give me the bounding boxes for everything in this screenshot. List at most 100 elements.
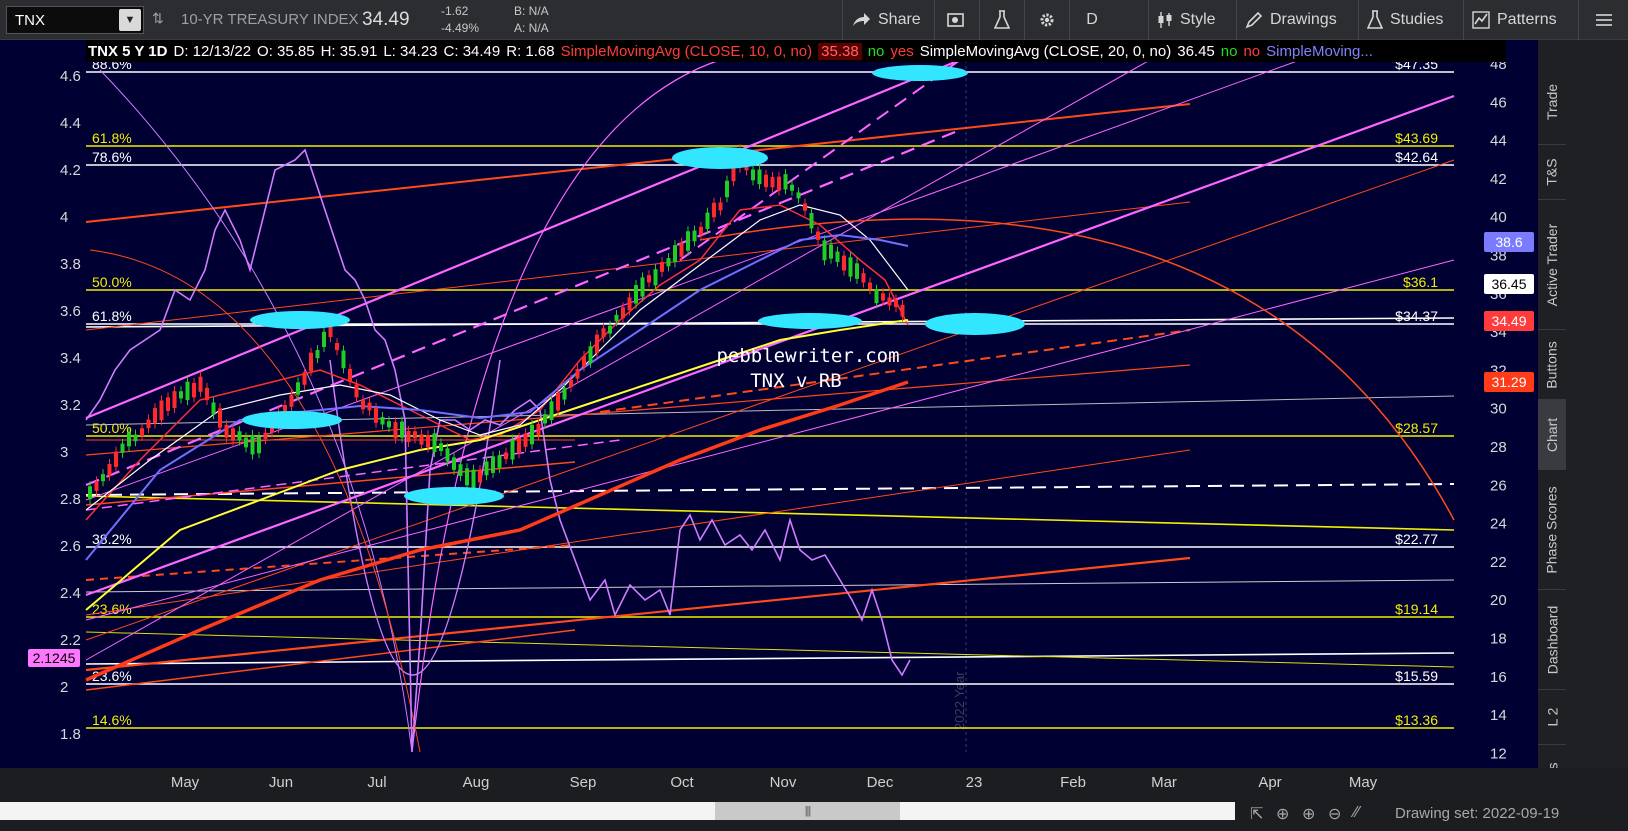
time-axis-tick: Apr <box>1258 774 1282 791</box>
candle-body <box>458 464 463 477</box>
left-axis-highlight-label: 2.1245 <box>33 650 76 666</box>
link-icon[interactable]: ⇅ <box>152 10 164 27</box>
zoom-out-icon[interactable]: ⊖ <box>1328 804 1341 824</box>
expand-icon[interactable]: ⇱ <box>1250 804 1263 824</box>
candle-body <box>790 184 794 191</box>
legend-sma20-flag1: no <box>1220 42 1238 60</box>
candle-body <box>393 422 398 439</box>
snapshot-button[interactable] <box>934 0 979 40</box>
symbol-dropdown-icon[interactable]: ▼ <box>119 9 141 31</box>
candle-body <box>478 470 482 483</box>
left-axis-tick: 2.2 <box>60 632 81 649</box>
candle-body <box>172 391 177 408</box>
side-tab-phase-scores[interactable]: Phase Scores <box>1538 470 1566 590</box>
image-settings-icon <box>947 13 964 27</box>
candle-body <box>803 203 807 211</box>
candle-body <box>185 381 190 401</box>
candle-body <box>510 439 515 460</box>
candle-body <box>549 401 554 421</box>
side-tab-t-s[interactable]: T&S <box>1538 145 1566 200</box>
bid-value: B: N/A <box>514 4 549 18</box>
candle-body <box>159 400 164 421</box>
side-tab-l-2[interactable]: L 2 <box>1538 690 1566 745</box>
candle-body <box>250 434 255 455</box>
highlight-ellipse <box>242 411 342 429</box>
candle-body <box>211 402 216 415</box>
patterns-icon <box>1472 11 1490 29</box>
legend-sma-more[interactable]: SimpleMoving... <box>1266 43 1373 60</box>
drawing-set-label[interactable]: Drawing set: 2022-09-19 <box>1395 805 1559 822</box>
candle-body <box>348 368 352 382</box>
candle-body <box>835 251 840 262</box>
highlight-ellipse <box>758 313 862 329</box>
subtitle-annotation: TNX v RB <box>750 370 842 392</box>
time-axis[interactable]: May Jun Jul Aug Sep Oct Nov Dec 23 Feb Mar Apr May <box>86 768 1506 796</box>
candle-body <box>777 176 781 191</box>
price-tag-label: 31.29 <box>1491 374 1526 390</box>
candle-body <box>816 231 820 240</box>
menu-button[interactable] <box>1578 0 1628 40</box>
candle-body <box>621 307 625 319</box>
time-axis-tick: Dec <box>866 774 894 791</box>
candle-body <box>452 457 456 470</box>
candle-body <box>445 448 450 462</box>
left-axis-tick: 3.2 <box>60 397 81 414</box>
pink-channel-line <box>85 128 961 487</box>
price-chart[interactable]: 4.6 4.4 4.2 4 3.8 3.6 3.4 3.2 3 2.8 2.6 2.4 2.2 2 1.8 2… <box>0 40 1538 768</box>
candle-body <box>705 212 710 229</box>
side-tab-dashboard[interactable]: Dashboard <box>1538 590 1566 690</box>
drawings-button[interactable]: Drawings <box>1236 0 1345 40</box>
side-tab-trade[interactable]: Trade <box>1538 60 1566 145</box>
share-button[interactable]: Share <box>842 0 929 40</box>
right-axis-tick: 28 <box>1490 439 1507 456</box>
period-button[interactable]: D <box>1069 0 1114 40</box>
legend-high: H: 35.91 <box>320 42 378 60</box>
candle-body <box>107 463 112 476</box>
symbol-input[interactable]: TNX ▼ <box>6 6 144 34</box>
style-button[interactable]: Style <box>1148 0 1224 40</box>
candle-body <box>400 421 404 438</box>
pink-arc <box>99 69 413 753</box>
time-axis-tick: Jun <box>268 774 294 791</box>
candle-body <box>302 372 307 385</box>
candle-body <box>725 180 729 198</box>
candle-body <box>666 258 671 267</box>
candle-body <box>133 434 138 442</box>
side-tab-buttons[interactable]: Buttons <box>1538 330 1566 400</box>
legend-sma20-label[interactable]: SimpleMovingAvg (CLOSE, 20, 0, no) <box>920 43 1172 60</box>
chart-canvas[interactable]: 4.6 4.4 4.2 4 3.8 3.6 3.4 3.2 3 2.8 2.6 2.4 2.2 2 1.8 2… <box>0 40 1538 768</box>
studies-button[interactable]: Studies <box>1358 0 1451 40</box>
chart-scrollbar[interactable]: ||| ⇱ ⊕ ⊕ ⊖ ⁄⁄ Drawing set: 2022-09-19 <box>0 796 1628 831</box>
pink-channel-line <box>85 439 621 511</box>
legend-sma20-flag2: no <box>1243 42 1261 60</box>
dashed-support-line <box>85 483 1455 496</box>
highlight-ellipse <box>672 147 768 169</box>
pan-icon[interactable]: ⁄⁄ <box>1354 804 1359 822</box>
candle-body <box>536 423 541 436</box>
scroll-track[interactable] <box>0 802 1235 820</box>
candle-body <box>354 384 359 398</box>
candle-body <box>380 416 385 425</box>
pencil-icon <box>1245 11 1263 29</box>
crosshair-icon[interactable]: ⊕ <box>1276 804 1289 824</box>
candle-body <box>653 269 658 286</box>
right-axis-tick: 22 <box>1490 554 1507 571</box>
share-icon <box>853 13 870 26</box>
candle-body <box>842 255 846 271</box>
side-tab-label: Phase Scores <box>1544 485 1561 574</box>
candle-body <box>699 226 703 235</box>
candle-body <box>315 350 320 359</box>
flask-button[interactable] <box>979 0 1024 40</box>
legend-sma10-label[interactable]: SimpleMovingAvg (CLOSE, 10, 0, no) <box>561 43 813 60</box>
patterns-button[interactable]: Patterns <box>1463 0 1565 40</box>
side-tab-label: T&S <box>1543 158 1560 186</box>
price-tag-label: 38.6 <box>1495 234 1522 250</box>
right-axis-tick: 40 <box>1490 209 1507 226</box>
scroll-thumb[interactable]: ||| <box>715 802 900 820</box>
side-tab-chart[interactable]: Chart <box>1538 400 1566 470</box>
fib-value-label: $43.69 <box>1395 130 1438 146</box>
zoom-in-icon[interactable]: ⊕ <box>1302 804 1315 824</box>
settings-button[interactable] <box>1024 0 1069 40</box>
side-tab-active-trader[interactable]: Active Trader <box>1538 200 1566 330</box>
candle-body <box>517 437 521 454</box>
